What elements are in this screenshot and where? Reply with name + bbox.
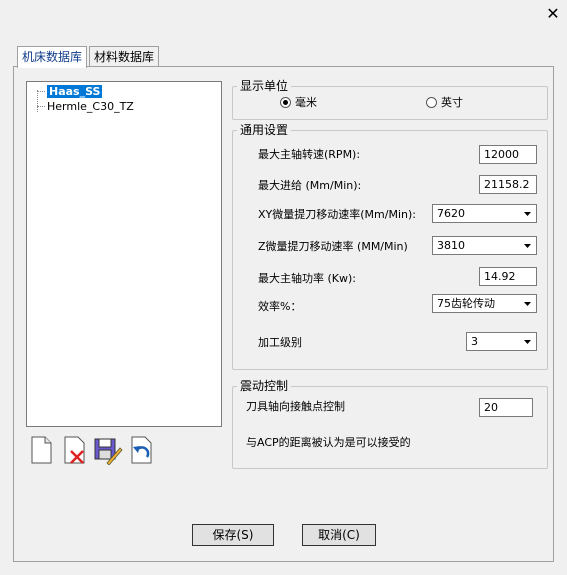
save-edit-icon[interactable] [93,435,123,466]
radio-inch-label: 英寸 [441,96,463,109]
xy-rate-value: 7620 [437,207,465,220]
max-power-label: 最大主轴功率 (Kw): [258,272,356,285]
vibration-control-title: 震动控制 [237,379,292,393]
chevron-down-icon [524,302,531,306]
acp-note: 与ACP的距离被认为是可以接受的 [246,436,411,449]
tab-machine-database[interactable]: 机床数据库 [17,46,88,68]
z-rate-select[interactable]: 3810 [432,236,537,255]
radio-inch[interactable] [426,97,437,108]
save-button[interactable]: 保存(S) [192,524,274,546]
radio-millimeter[interactable] [280,97,291,108]
xy-rate-select[interactable]: 7620 [432,204,537,223]
new-file-icon[interactable] [28,435,56,465]
chevron-down-icon [524,244,531,248]
max-power-input[interactable]: 14.92 [479,267,537,286]
efficiency-value: 75齿轮传动 [437,297,495,310]
z-rate-value: 3810 [437,239,465,252]
efficiency-label: 效率%： [258,300,302,313]
contact-control-label: 刀具轴向接触点控制 [246,400,345,413]
max-feed-input[interactable]: 21158.2 [479,175,537,194]
cancel-button[interactable]: 取消(C) [302,524,376,546]
z-rate-label: Z微量提刀移动速率 (MM/Min) [258,240,408,253]
efficiency-select[interactable]: 75齿轮传动 [432,294,537,313]
delete-icon[interactable] [62,435,90,465]
machining-level-select[interactable]: 3 [466,332,537,351]
chevron-down-icon [524,212,531,216]
close-button[interactable]: ✕ [543,4,563,24]
machining-level-label: 加工级别 [258,336,302,349]
max-feed-label: 最大进给 (Mm/Min): [258,179,362,192]
tree-connector [37,106,45,107]
general-settings-title: 通用设置 [237,123,292,137]
tree-item-label: Haas_SS [47,85,103,98]
machining-level-value: 3 [471,335,478,348]
display-units-title: 显示单位 [237,79,292,93]
tree-connector [37,90,38,112]
tree-connector [37,91,45,92]
radio-millimeter-label: 毫米 [295,96,317,109]
max-spindle-speed-label: 最大主轴转速(RPM): [258,148,361,161]
tree-item-hermle-c30-tz[interactable]: Hermle_C30_TZ [47,100,134,114]
contact-control-input[interactable]: 20 [479,398,533,417]
tree-item-haas-ss[interactable]: Haas_SS [47,85,103,99]
xy-rate-label: XY微量提刀移动速率(Mm/Min): [258,208,416,221]
tab-material-database[interactable]: 材料数据库 [89,46,160,67]
undo-icon[interactable] [127,435,155,465]
max-spindle-speed-input[interactable]: 12000 [479,145,537,164]
machine-tree[interactable]: Haas_SS Hermle_C30_TZ [26,81,222,427]
chevron-down-icon [524,340,531,344]
